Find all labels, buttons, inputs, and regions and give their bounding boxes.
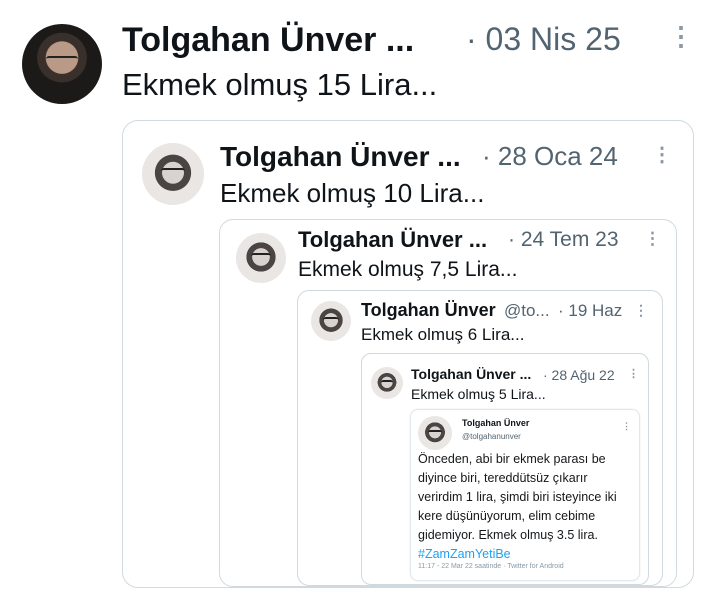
more-options-icon[interactable]: ⋮ (652, 145, 672, 165)
original-tweet-text: Önceden, abi bir ekmek parası be diyince… (418, 450, 628, 564)
more-options-icon[interactable]: ⋮ (668, 23, 694, 49)
tweet-body: Önceden, abi bir ekmek parası be diyince… (418, 452, 617, 542)
more-options-icon[interactable]: ⋮ (634, 303, 648, 317)
author-name[interactable]: Tolgahan Ünver ... (122, 21, 414, 60)
hashtag-link[interactable]: #ZamZamYetiBe (418, 547, 511, 561)
author-handle[interactable]: @to... (504, 301, 550, 321)
more-options-icon[interactable]: ⋮ (628, 369, 639, 379)
more-options-icon[interactable]: ⋮ (644, 230, 661, 246)
author-name[interactable]: Tolgahan Ünver (361, 300, 496, 321)
tweet-text: Ekmek olmuş 15 Lira... (122, 67, 438, 102)
tweet-text: Ekmek olmuş 10 Lira... (220, 178, 485, 208)
tweet-footer: 11:17 - 22 Mar 22 saatinde · Twitter for… (418, 563, 564, 570)
tweet-date[interactable]: · 28 Ağu 22 (543, 367, 615, 383)
avatar[interactable] (418, 416, 452, 450)
avatar[interactable] (311, 301, 351, 341)
author-name[interactable]: Tolgahan Ünver ... (220, 141, 461, 173)
avatar[interactable] (371, 367, 403, 399)
avatar[interactable] (236, 233, 286, 283)
tweet-text: Ekmek olmuş 6 Lira... (361, 325, 525, 344)
author-name[interactable]: Tolgahan Ünver ... (298, 227, 487, 253)
tweet-date[interactable]: · 24 Tem 23 (508, 228, 619, 252)
more-options-icon[interactable]: ⋮ (622, 422, 631, 430)
author-name[interactable]: Tolgahan Ünver (462, 418, 529, 428)
tweet-date[interactable]: · 28 Oca 24 (482, 141, 618, 172)
tweet-text: Ekmek olmuş 7,5 Lira... (298, 258, 518, 281)
tweet-date[interactable]: · 19 Haz (558, 301, 622, 321)
tweet-date[interactable]: · 03 Nis 25 (466, 21, 621, 58)
tweet-text: Ekmek olmuş 5 Lira... (411, 386, 546, 402)
avatar[interactable] (22, 24, 102, 104)
author-name[interactable]: Tolgahan Ünver ... (411, 366, 531, 382)
avatar[interactable] (142, 143, 204, 205)
author-handle[interactable]: @tolgahanunver (462, 432, 521, 441)
